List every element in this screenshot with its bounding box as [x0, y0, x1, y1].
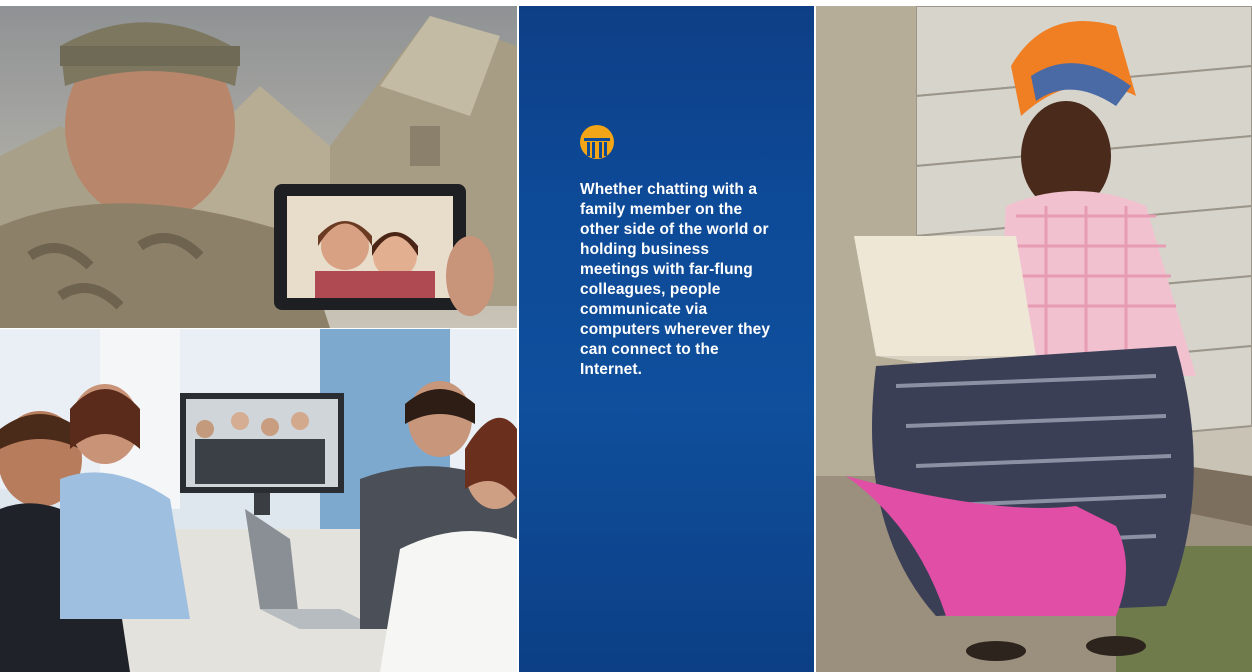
photo-woman-with-laptop [816, 6, 1252, 672]
meeting-photo-illustration [0, 329, 517, 672]
caption-text: Whether chatting with a family member on… [580, 181, 771, 378]
caption-panel: Whether chatting with a family member on… [519, 6, 814, 672]
soldier-photo-illustration [0, 6, 517, 328]
photo-business-meeting [0, 329, 517, 672]
photo-soldier-video-chat [0, 6, 517, 328]
columns-building-icon [580, 125, 614, 159]
woman-photo-illustration [816, 6, 1252, 672]
